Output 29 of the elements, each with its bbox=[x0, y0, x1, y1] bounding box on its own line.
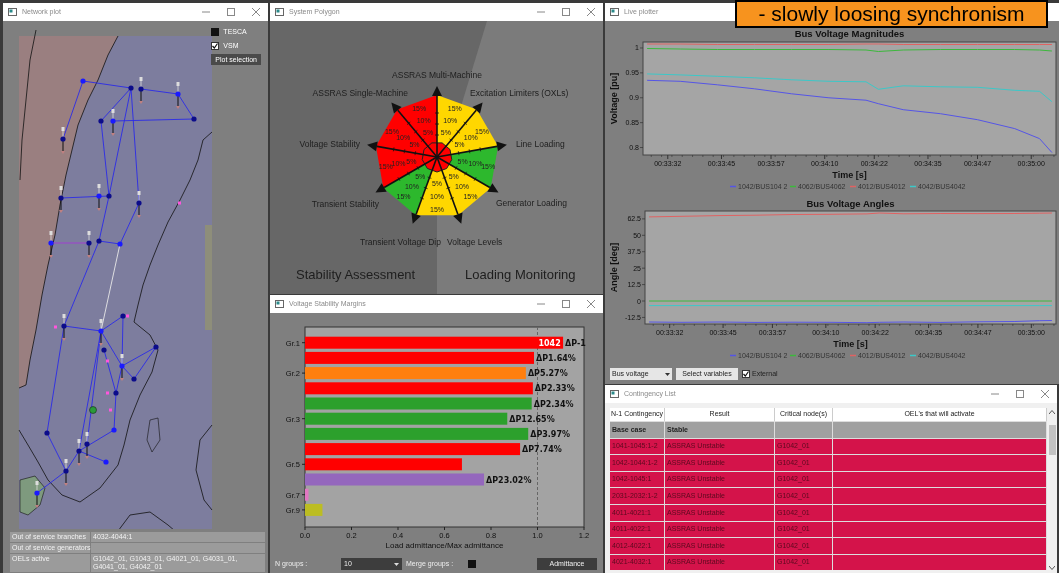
value-label: ΔP2.34% bbox=[533, 399, 574, 409]
axis-label: Excitation Limiters (OXLs) bbox=[470, 88, 569, 98]
axis-label: Generator Loading bbox=[496, 198, 567, 208]
axis-label: ASSRAS Single-Machine bbox=[312, 88, 408, 98]
value-label: ΔP2.33% bbox=[534, 384, 575, 394]
value-label: ΔP1.64% bbox=[536, 353, 576, 363]
axis-title: Angle [deg] bbox=[609, 242, 619, 293]
value-label: ΔP3.97% bbox=[530, 429, 570, 439]
axis-title: Voltage [pu] bbox=[609, 72, 619, 125]
axis-title: Time [s] bbox=[833, 339, 868, 349]
chart-title: Bus Voltage Angles bbox=[806, 198, 895, 209]
value-label: ΔP7.74% bbox=[522, 445, 562, 455]
value-label: ΔP23.02% bbox=[486, 475, 532, 485]
value-label: ΔP5.27% bbox=[527, 369, 568, 379]
bar-tag: 1042 bbox=[538, 338, 561, 348]
axis-title: Load admittance/Max admittance bbox=[385, 541, 504, 550]
axis-label: ASSRAS Multi-Machine bbox=[392, 70, 482, 80]
axis-label: Line Loading bbox=[516, 139, 565, 149]
axis-title: Time [s] bbox=[832, 170, 867, 180]
axis-label: Voltage Levels bbox=[447, 237, 503, 247]
axis-label: Transient Voltage Dip bbox=[360, 237, 441, 247]
chart-title: Bus Voltage Magnitudes bbox=[794, 28, 905, 39]
value-label: ΔP12.65% bbox=[509, 414, 555, 424]
value-label: ΔP-1 bbox=[565, 338, 586, 348]
caption-banner: - slowly loosing synchronism bbox=[735, 0, 1048, 28]
region-label: Stability Assessment bbox=[296, 267, 416, 282]
axis-label: Transient Stability bbox=[311, 199, 379, 209]
axis-label: Voltage Stability bbox=[299, 139, 360, 149]
region-label: Loading Monitoring bbox=[465, 267, 576, 282]
